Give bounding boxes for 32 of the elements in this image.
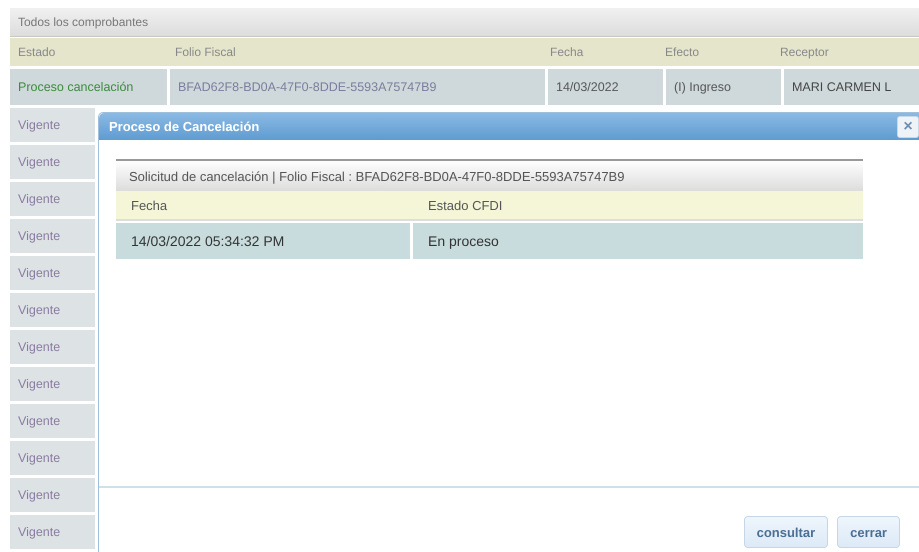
dialog-title: Proceso de Cancelación	[109, 119, 260, 134]
column-header: Estado CFDI	[427, 198, 504, 212]
table-cell: (I) Ingreso	[666, 69, 781, 105]
table-cell: MARI CARMEN L	[784, 69, 919, 105]
column-header: Receptor	[779, 45, 830, 59]
table-cell: 14/03/2022 05:34:32 PM	[116, 223, 410, 259]
table-cell: BFAD62F8-BD0A-47F0-8DDE-5593A75747B9	[170, 69, 545, 105]
table-cell: En proceso	[413, 223, 863, 259]
dialog-button[interactable]: cerrar	[837, 516, 900, 548]
table-cell: 14/03/2022	[548, 69, 663, 105]
table-cell: Vigente	[10, 515, 95, 549]
column-header: Fecha	[130, 198, 168, 212]
column-header: Estado	[17, 45, 56, 59]
table-cell: Proceso cancelación	[10, 69, 167, 105]
dialog-button[interactable]: consultar	[744, 516, 828, 548]
column-header: Folio Fiscal	[174, 45, 237, 59]
table-cell: Vigente	[10, 478, 95, 512]
column-header: Efecto	[664, 45, 700, 59]
table-cell: Vigente	[10, 182, 95, 216]
table-cell: Vigente	[10, 108, 95, 142]
table-cell: Vigente	[10, 441, 95, 475]
table-cell: Vigente	[10, 404, 95, 438]
table-cell: Vigente	[10, 256, 95, 290]
table-cell: Vigente	[10, 293, 95, 327]
table-caption: Solicitud de cancelación | Folio Fiscal : BFAD62F8-BD0A-47F0-8DDE-5593A75747B9	[116, 159, 863, 191]
column-header: Fecha	[549, 45, 584, 59]
table-cell: Vigente	[10, 219, 95, 253]
close-button[interactable]: ×	[897, 116, 919, 138]
table-cell: Vigente	[10, 145, 95, 179]
panel-title: Todos los comprobantes	[18, 15, 148, 29]
table-cell: Vigente	[10, 367, 95, 401]
table-cell: Vigente	[10, 330, 95, 364]
